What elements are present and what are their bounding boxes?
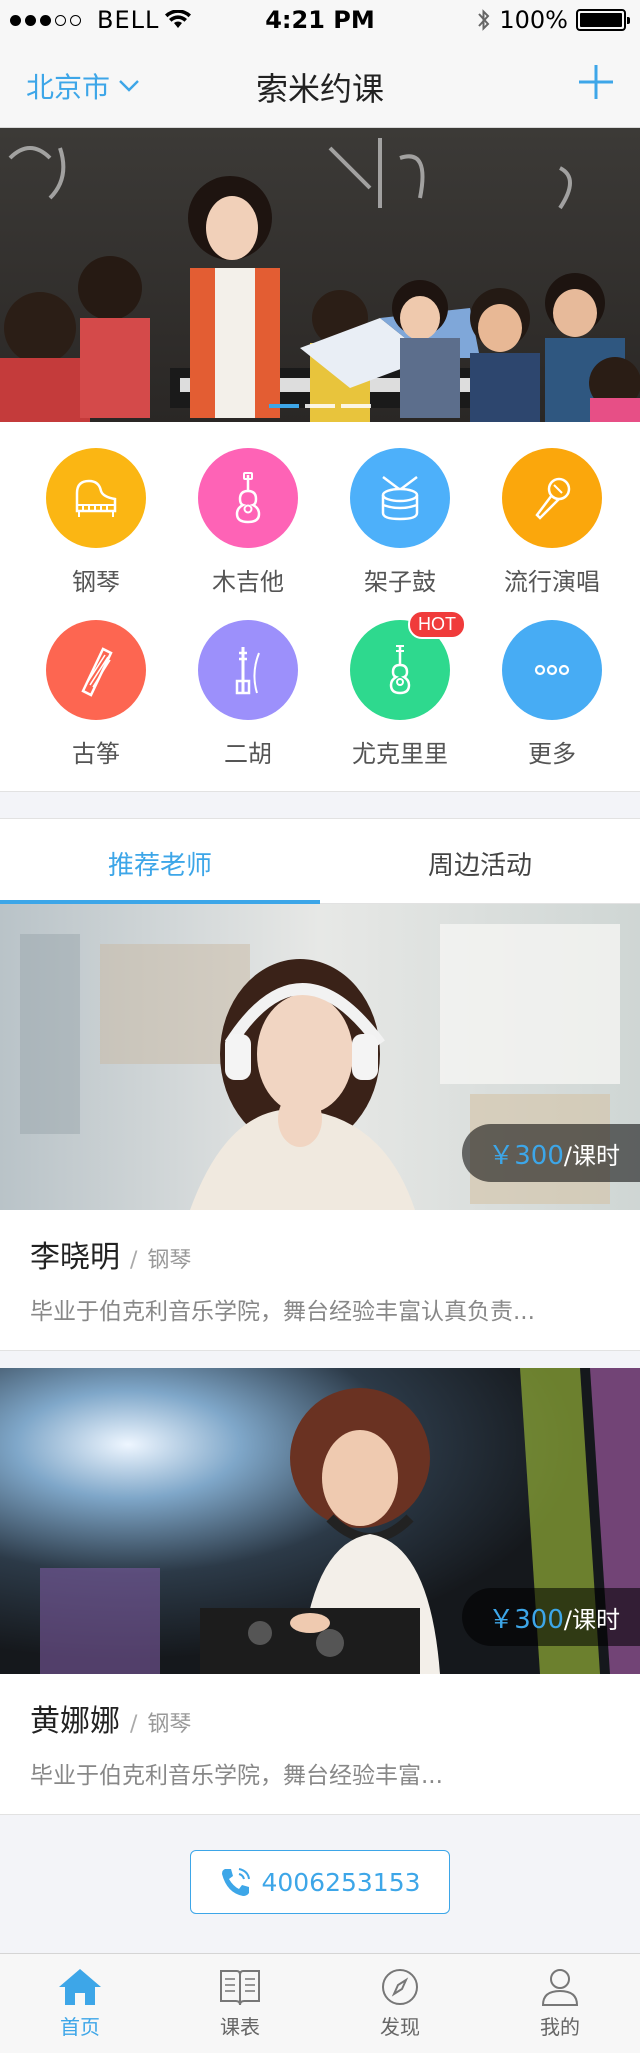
tabbar-label: 我的 bbox=[540, 2015, 580, 2039]
carousel-indicators[interactable] bbox=[0, 404, 640, 408]
carousel-dot[interactable] bbox=[341, 404, 371, 408]
status-right: 100% bbox=[477, 6, 630, 34]
plus-icon[interactable] bbox=[576, 62, 616, 102]
category-grid: 钢琴 木吉他 架子鼓 流行演唱古筝 二胡 HOT 尤克里里 更多 bbox=[0, 422, 640, 792]
erhu-icon bbox=[221, 643, 275, 697]
schedule-icon bbox=[217, 1967, 263, 2007]
teacher-info: 李晓明 / 钢琴 毕业于伯克利音乐学院，舞台经验丰富认真负责... bbox=[0, 1210, 640, 1350]
price-currency: ￥ bbox=[488, 1140, 515, 1171]
separator: / bbox=[130, 1712, 138, 1737]
call-button[interactable]: 4006253153 bbox=[190, 1850, 450, 1914]
category-label: 钢琴 bbox=[72, 568, 120, 596]
battery-percent: 100% bbox=[499, 6, 568, 34]
price-currency: ￥ bbox=[488, 1604, 515, 1635]
tabbar-item[interactable]: 课表 bbox=[160, 1954, 320, 2053]
teacher-description: 毕业于伯克利音乐学院，舞台经验丰富认真负责... bbox=[30, 1299, 535, 1325]
ukulele-icon bbox=[373, 643, 427, 697]
category-icon-circle bbox=[46, 448, 146, 548]
carousel-dot[interactable] bbox=[305, 404, 335, 408]
category-item[interactable]: 古筝 bbox=[16, 620, 176, 769]
category-label: 更多 bbox=[528, 740, 576, 768]
teacher-name: 李晓明 bbox=[30, 1240, 120, 1275]
price-amount: 300 bbox=[514, 1140, 564, 1171]
guzheng-icon bbox=[69, 643, 123, 697]
tabbar-label: 发现 bbox=[380, 2015, 420, 2039]
price-unit: /课时 bbox=[563, 1605, 620, 1634]
category-icon-circle bbox=[46, 620, 146, 720]
category-item[interactable]: 架子鼓 bbox=[320, 448, 480, 597]
teacher-description: 毕业于伯克利音乐学院，舞台经验丰富... bbox=[30, 1763, 443, 1789]
category-item[interactable]: HOT 尤克里里 bbox=[320, 610, 480, 769]
tabbar-label: 首页 bbox=[60, 2015, 100, 2039]
price-tag: ￥300/课时 bbox=[462, 1124, 640, 1182]
battery-icon bbox=[576, 9, 630, 31]
piano-icon bbox=[69, 471, 123, 525]
bluetooth-icon bbox=[478, 9, 490, 31]
tabbar-item[interactable]: 首页 bbox=[0, 1954, 160, 2053]
category-item[interactable]: 钢琴 bbox=[16, 448, 176, 597]
category-label: 架子鼓 bbox=[364, 568, 436, 596]
category-icon-circle: HOT bbox=[350, 610, 466, 720]
category-icon-circle bbox=[198, 448, 298, 548]
category-item[interactable]: 二胡 bbox=[168, 620, 328, 769]
user-icon bbox=[537, 1967, 583, 2007]
category-icon-circle bbox=[198, 620, 298, 720]
teacher-instrument: 钢琴 bbox=[147, 1712, 192, 1737]
category-icon-circle bbox=[502, 448, 602, 548]
teacher-name: 黄娜娜 bbox=[30, 1704, 120, 1739]
category-icon-circle bbox=[350, 448, 450, 548]
category-label: 尤克里里 bbox=[352, 740, 448, 768]
teacher-photo: ￥300/课时 bbox=[0, 904, 640, 1210]
teacher-card[interactable]: ￥300/课时 黄娜娜 / 钢琴 毕业于伯克利音乐学院，舞台经验丰富... bbox=[0, 1368, 640, 1815]
tabbar-label: 课表 bbox=[220, 2015, 260, 2039]
category-icon-circle bbox=[502, 620, 602, 720]
content-tabs: 推荐老师 周边活动 bbox=[0, 818, 640, 904]
status-bar: BELL 4:21 PM 100% bbox=[0, 0, 640, 40]
tabbar-item[interactable]: 发现 bbox=[320, 1954, 480, 2053]
price-unit: /课时 bbox=[563, 1141, 620, 1170]
category-item[interactable]: 流行演唱 bbox=[472, 448, 632, 597]
separator: / bbox=[130, 1248, 138, 1273]
phone-number: 4006253153 bbox=[261, 1867, 421, 1897]
teacher-instrument: 钢琴 bbox=[147, 1248, 192, 1273]
category-label: 流行演唱 bbox=[504, 568, 600, 596]
more-icon bbox=[525, 643, 579, 697]
home-icon bbox=[57, 1967, 103, 2007]
bottom-tab-bar: 首页 课表 发现 我的 bbox=[0, 1953, 640, 2053]
category-label: 木吉他 bbox=[212, 568, 284, 596]
teacher-photo: ￥300/课时 bbox=[0, 1368, 640, 1674]
hot-badge: HOT bbox=[408, 610, 466, 639]
category-label: 古筝 bbox=[72, 740, 120, 768]
guitar-icon bbox=[221, 471, 275, 525]
price-tag: ￥300/课时 bbox=[462, 1588, 640, 1646]
price-amount: 300 bbox=[514, 1604, 564, 1635]
content-tab[interactable]: 周边活动 bbox=[320, 819, 640, 903]
compass-icon bbox=[377, 1967, 423, 2007]
banner-carousel[interactable] bbox=[0, 128, 640, 422]
banner-image bbox=[0, 128, 640, 422]
category-item[interactable]: 更多 bbox=[472, 620, 632, 769]
teacher-card[interactable]: ￥300/课时 李晓明 / 钢琴 毕业于伯克利音乐学院，舞台经验丰富认真负责..… bbox=[0, 904, 640, 1351]
microphone-icon bbox=[525, 471, 579, 525]
page-title: 索米约课 bbox=[255, 70, 384, 108]
phone-icon bbox=[222, 1868, 251, 1896]
tabbar-item[interactable]: 我的 bbox=[480, 1954, 640, 2053]
category-item[interactable]: 木吉他 bbox=[168, 448, 328, 597]
carousel-dot[interactable] bbox=[269, 404, 299, 408]
content-tab[interactable]: 推荐老师 bbox=[0, 819, 320, 904]
category-label: 二胡 bbox=[224, 740, 272, 768]
nav-bar: 北京市 索米约课 bbox=[0, 40, 640, 128]
teacher-info: 黄娜娜 / 钢琴 毕业于伯克利音乐学院，舞台经验丰富... bbox=[0, 1674, 640, 1814]
drum-icon bbox=[373, 471, 427, 525]
